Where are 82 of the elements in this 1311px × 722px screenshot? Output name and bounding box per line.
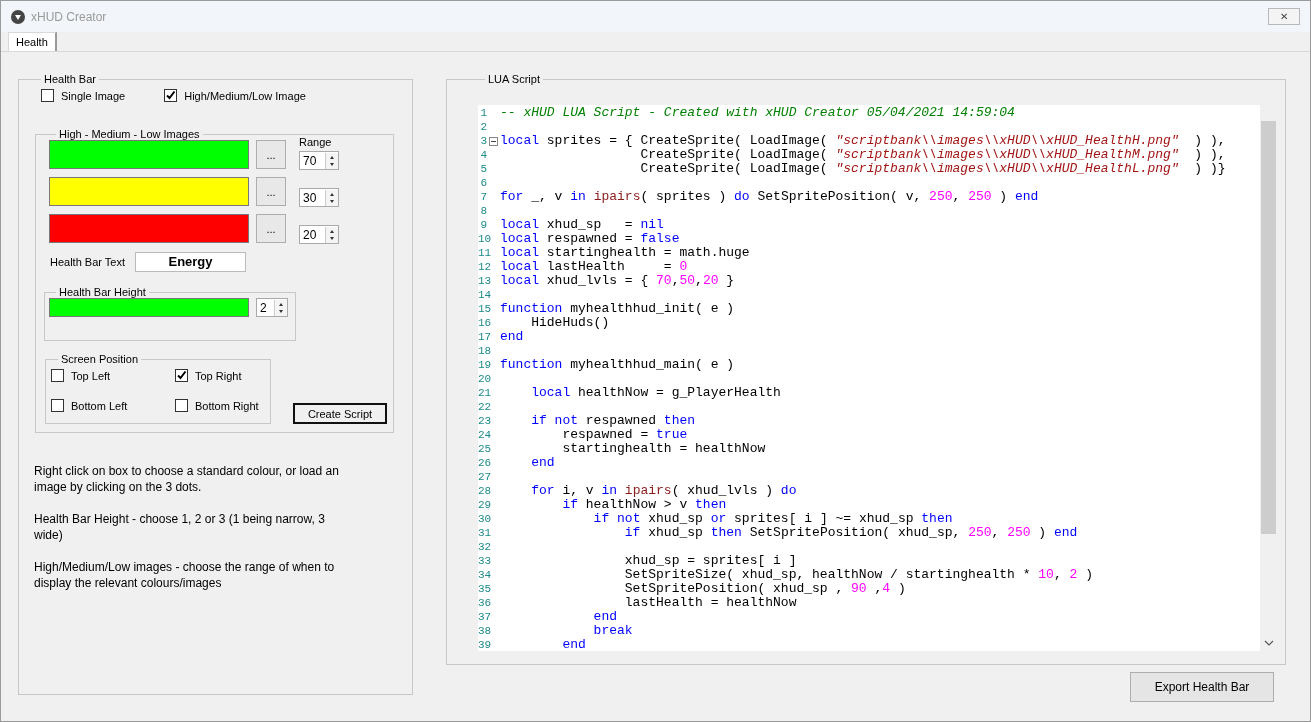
- help-text: Right click on box to choose a standard colour, or load an image by clicking on the 3 dots.: [34, 463, 340, 495]
- code-line: function myhealthhud_main( e ): [500, 358, 735, 372]
- line-number: 8: [479, 204, 487, 218]
- browse-button[interactable]: ...: [256, 214, 286, 243]
- code-line: local lastHealth = 0: [500, 260, 688, 274]
- help-text: Health Bar Height - choose 1, 2 or 3 (1 being narrow, 3 wide): [34, 511, 326, 543]
- line-number: 2: [479, 120, 487, 134]
- line-number: 6: [479, 176, 487, 190]
- tab[interactable]: Health: [8, 32, 57, 51]
- code-line: respawned = true: [561, 428, 688, 442]
- line-number: 5: [479, 162, 487, 176]
- checkbox-option[interactable]: High/Medium/Low Image: [164, 89, 306, 102]
- code-line: lastHealth = healthNow: [623, 596, 797, 610]
- number-spinner[interactable]: 20: [299, 225, 339, 244]
- colour-swatch[interactable]: [49, 140, 249, 169]
- group-title: LUA Script: [487, 73, 541, 85]
- group-title: Screen Position: [60, 353, 140, 365]
- create-script-button[interactable]: Create Script: [293, 403, 387, 424]
- checkbox-option[interactable]: Top Right: [175, 369, 270, 382]
- code-line: local xhud_lvls = { 70,50,20 }: [500, 274, 735, 288]
- code-line: function myhealthhud_init( e ): [500, 302, 735, 316]
- code-line: local healthNow = g_PlayerHealth: [530, 386, 781, 400]
- window-title: xHUD Creator: [31, 9, 107, 24]
- code-line: local sprites = { CreateSprite( LoadImage( "scriptbank\\images\\xHUD\\xHUD_HealthH.png" ) ),: [500, 134, 1226, 148]
- code-line: startinghealth = healthNow: [561, 442, 766, 456]
- line-number: 7: [479, 190, 487, 204]
- code-line: HideHuds(): [530, 316, 610, 330]
- checkbox[interactable]: [175, 369, 188, 382]
- number-spinner[interactable]: 2: [256, 298, 288, 317]
- code-line: CreateSprite( LoadImage( "scriptbank\\images\\xHUD\\xHUD_HealthL.png" ) )}: [639, 162, 1226, 176]
- text-field[interactable]: Energy: [135, 252, 246, 272]
- close-button[interactable]: ✕: [1268, 8, 1300, 25]
- code-line: end: [592, 610, 618, 624]
- line-number: 3: [479, 134, 487, 148]
- group-title: Health Bar: [43, 73, 97, 85]
- checkbox-option[interactable]: Top Left: [51, 369, 175, 382]
- export-button[interactable]: Export Health Bar: [1130, 672, 1274, 702]
- code-line: end: [500, 330, 524, 344]
- checkbox-option[interactable]: Single Image: [41, 89, 126, 102]
- checkbox[interactable]: [175, 399, 188, 412]
- code-line: end: [561, 638, 586, 651]
- code-line: SetSpritePosition( xhud_sp , 90 ,4 ): [623, 582, 906, 596]
- checkbox[interactable]: [41, 89, 54, 102]
- checkbox-option[interactable]: Bottom Left: [51, 399, 175, 412]
- code-line: local respawned = false: [500, 232, 680, 246]
- code-line: if xhud_sp then SetSpritePosition( xhud_sp, 250, 250 ) end: [623, 526, 1078, 540]
- colour-swatch[interactable]: [49, 214, 249, 243]
- code-line: xhud_sp = sprites[ i ]: [623, 554, 797, 568]
- code-line: CreateSprite( LoadImage( "scriptbank\\images\\xHUD\\xHUD_HealthM.png" ) ),: [639, 148, 1226, 162]
- code-line: break: [592, 624, 633, 638]
- checkbox[interactable]: [164, 89, 178, 102]
- range-label: Range: [299, 135, 333, 149]
- code-line: local xhud_sp = nil: [500, 218, 664, 232]
- code-line: for i, v in ipairs( xhud_lvls ) do: [530, 484, 797, 498]
- code-line: end: [530, 456, 555, 470]
- checkbox[interactable]: [51, 399, 64, 412]
- checkbox-option[interactable]: Bottom Right: [175, 399, 270, 412]
- checkbox[interactable]: [51, 369, 64, 382]
- number-spinner[interactable]: 70: [299, 151, 339, 170]
- code-line: local startinghealth = math.huge: [500, 246, 750, 260]
- chevron-down-icon[interactable]: [1263, 640, 1274, 646]
- code-line: SetSpriteSize( xhud_sp, healthNow / startinghealth * 10, 2 ): [623, 568, 1093, 582]
- colour-swatch[interactable]: [49, 298, 249, 317]
- code-line: if not xhud_sp or sprites[ i ] ~= xhud_sp then: [592, 512, 953, 526]
- app-icon: [11, 9, 25, 24]
- line-number: 1: [479, 106, 487, 120]
- group-title: Health Bar Height: [58, 286, 147, 298]
- fold-icon[interactable]: [489, 136, 498, 146]
- browse-button[interactable]: ...: [256, 140, 286, 169]
- colour-swatch[interactable]: [49, 177, 249, 206]
- code-line: if not respawned then: [530, 414, 696, 428]
- field-label: Health Bar Text: [50, 256, 125, 268]
- group-title: High - Medium - Low Images: [58, 128, 201, 140]
- code-line: -- xHUD LUA Script - Created with xHUD Creator 05/04/2021 14:59:04: [500, 106, 1015, 120]
- line-number: 4: [479, 148, 487, 162]
- code-line: if healthNow > v then: [561, 498, 727, 512]
- browse-button[interactable]: ...: [256, 177, 286, 206]
- scrollbar-thumb[interactable]: [1261, 121, 1276, 534]
- number-spinner[interactable]: 30: [299, 188, 339, 207]
- help-text: High/Medium/Low images - choose the range of when to display the relevant colours/images: [34, 559, 336, 591]
- code-line: for _, v in ipairs( sprites ) do SetSpritePosition( v, 250, 250 ) end: [500, 190, 1039, 204]
- line-number: 9: [479, 218, 487, 232]
